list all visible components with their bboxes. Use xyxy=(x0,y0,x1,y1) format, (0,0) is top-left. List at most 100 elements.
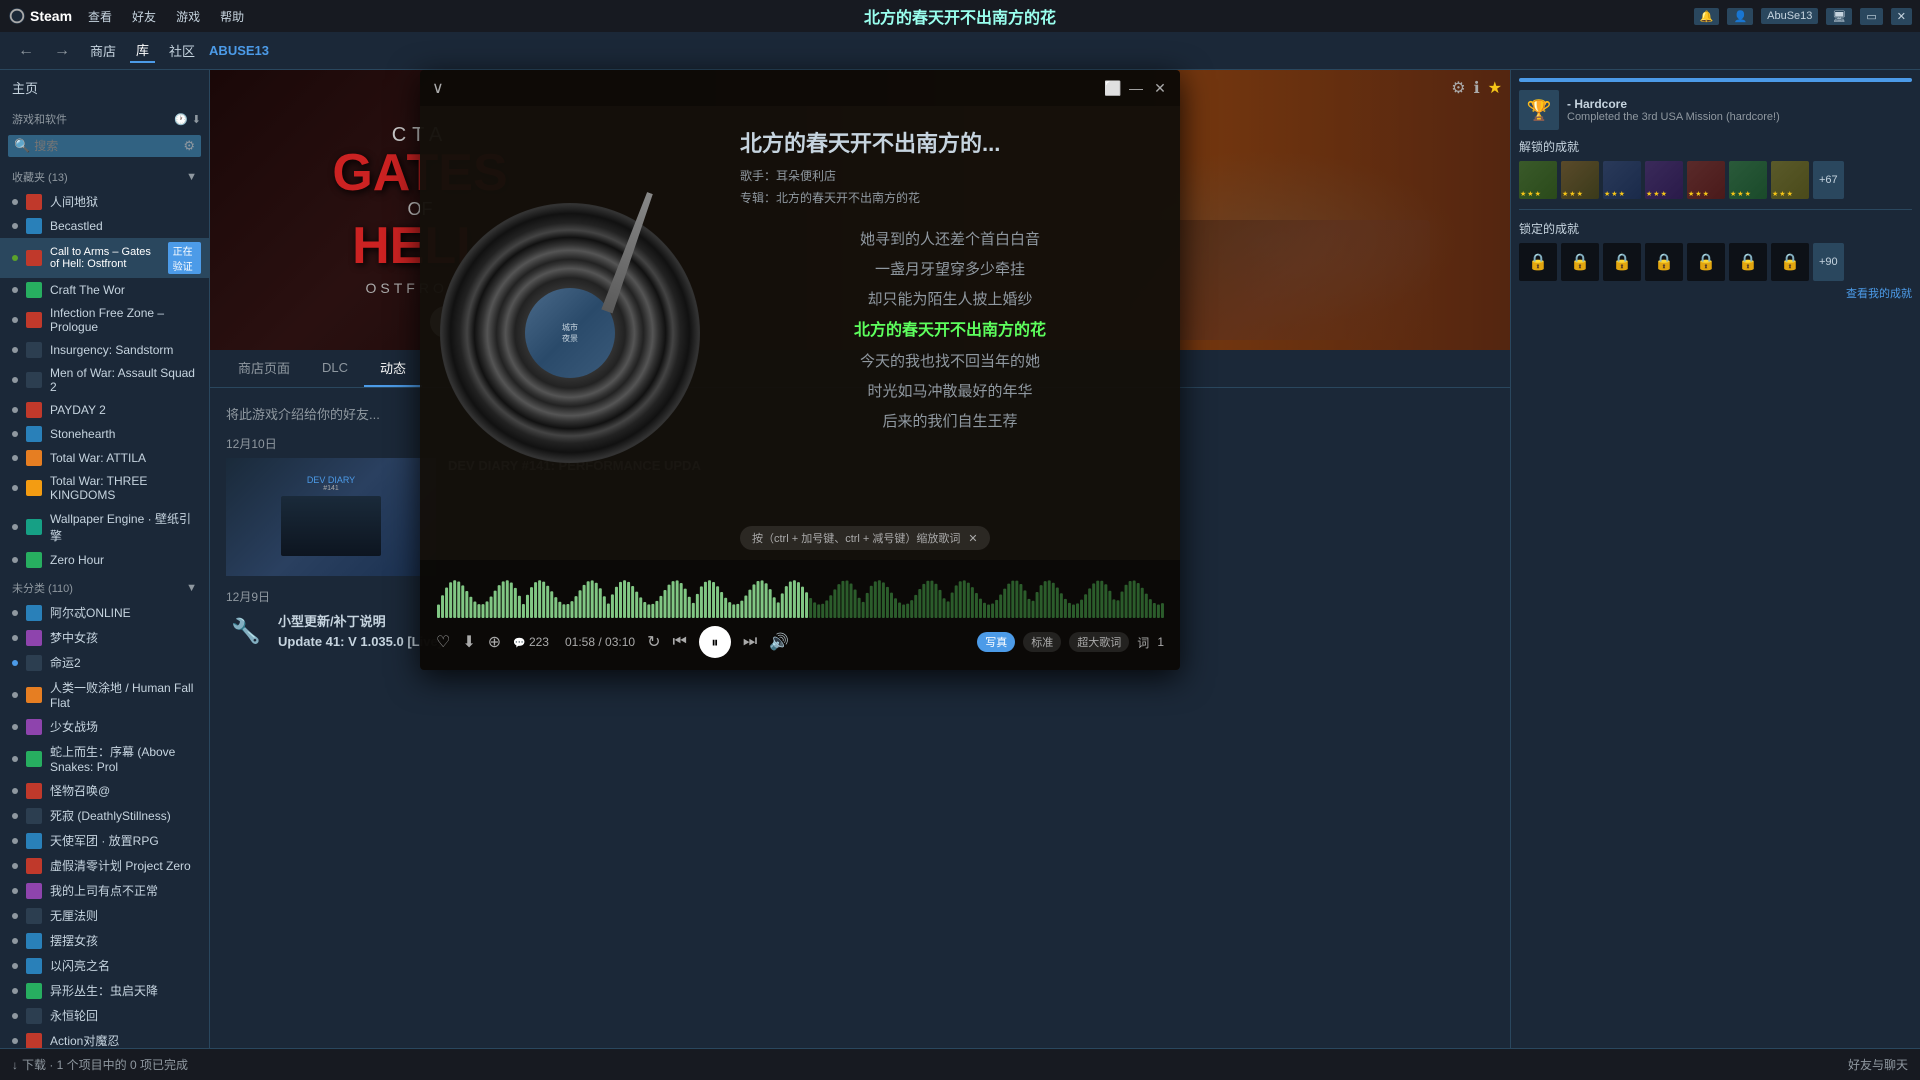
sidebar-item-boss[interactable]: 我的上司有点不正常 xyxy=(0,878,209,903)
collapse-uncategorized-icon[interactable]: ▼ xyxy=(186,582,197,594)
download-icon: ↓ xyxy=(12,1058,18,1072)
status-dot xyxy=(12,635,18,641)
sidebar-item-payday[interactable]: PAYDAY 2 xyxy=(0,398,209,422)
nav-community[interactable]: 社区 xyxy=(163,39,201,62)
achievement-main-icon: 🏆 xyxy=(1519,90,1559,130)
sidebar-item-rjdy[interactable]: 人间地狱 xyxy=(0,189,209,214)
status-dot xyxy=(12,223,18,229)
sidebar-item-wallpaper[interactable]: Wallpaper Engine · 壁纸引擎 xyxy=(0,506,209,548)
status-dot xyxy=(12,431,18,437)
sidebar-item-eternal[interactable]: 永恒轮回 xyxy=(0,1003,209,1028)
game-icon xyxy=(26,933,42,949)
achievement-main-info: - Hardcore Completed the 3rd USA Mission… xyxy=(1567,97,1780,123)
menu-view[interactable]: 查看 xyxy=(84,6,116,27)
collapse-icon[interactable]: ▼ xyxy=(186,171,197,183)
sidebar-item-stonehearth[interactable]: Stonehearth xyxy=(0,422,209,446)
username-display: AbuSe13 xyxy=(1767,10,1812,22)
friends-chat-btn[interactable]: 好友与聊天 xyxy=(1848,1056,1908,1073)
menu-friends[interactable]: 好友 xyxy=(128,6,160,27)
game-name: 我的上司有点不正常 xyxy=(50,882,158,899)
sidebar-item-mow[interactable]: Men of War: Assault Squad 2 xyxy=(0,362,209,398)
shortcut-close-btn[interactable]: ✕ xyxy=(968,532,977,545)
ach-icon-3: ★★★ xyxy=(1603,161,1641,199)
lyric-sync-toggle[interactable]: 写真 xyxy=(977,632,1015,652)
info-icon[interactable]: ℹ xyxy=(1474,78,1480,98)
sidebar-item-nzz[interactable]: 少女战场 xyxy=(0,714,209,739)
next-btn[interactable]: ⏭ xyxy=(743,633,757,651)
sidebar-item-mznz[interactable]: 梦中女孩 xyxy=(0,625,209,650)
album-label: 专辑： xyxy=(740,191,776,205)
notifications-btn[interactable]: 🔔 xyxy=(1694,8,1720,25)
sidebar-item-death[interactable]: 死寂 (DeathlyStillness) xyxy=(0,803,209,828)
game-name: 以闪亮之名 xyxy=(50,957,110,974)
sidebar-item-wlbz[interactable]: 无厘法则 xyxy=(0,903,209,928)
game-icon xyxy=(26,402,42,418)
sidebar-home[interactable]: 主页 xyxy=(0,70,209,105)
back-btn[interactable]: ← xyxy=(12,40,40,62)
menu-games[interactable]: 游戏 xyxy=(172,6,204,27)
sidebar-item-becastled[interactable]: Becastled xyxy=(0,214,209,238)
download-queue-icon[interactable]: ⬇ xyxy=(192,113,201,126)
steam-label: Steam xyxy=(30,8,72,24)
friends-btn[interactable]: 👤 xyxy=(1727,8,1753,25)
sidebar-item-snake[interactable]: 蛇上而生：序幕 (Above Snakes: Prol xyxy=(0,739,209,778)
pause-icon: ⏸ xyxy=(711,634,718,651)
maximize-btn[interactable]: ⬜ xyxy=(1104,80,1120,96)
sidebar-item-zerohour[interactable]: Zero Hour xyxy=(0,548,209,572)
forward-btn[interactable]: → xyxy=(48,40,76,62)
prev-btn[interactable]: ⏮ xyxy=(672,633,686,651)
sidebar-item-bbnz[interactable]: 摆摆女孩 xyxy=(0,928,209,953)
restore-btn[interactable]: ▭ xyxy=(1860,8,1882,25)
news-thumbnail-1[interactable]: DEV DIARY #141 xyxy=(226,458,436,576)
close-lyric-toggle[interactable]: 超大歌词 xyxy=(1069,632,1129,652)
star-icon[interactable]: ★ xyxy=(1488,78,1502,98)
play-pause-btn[interactable]: ⏸ xyxy=(699,626,731,658)
close-player-btn[interactable]: ✕ xyxy=(1152,80,1168,96)
sidebar-item-craft[interactable]: Craft The Wor xyxy=(0,278,209,302)
sidebar-item-project-zero[interactable]: 虚假清零计划 Project Zero xyxy=(0,853,209,878)
sidebar-item-arzte[interactable]: 阿尔忒ONLINE xyxy=(0,600,209,625)
settings-icon[interactable]: ⚙ xyxy=(1451,78,1465,98)
tab-store[interactable]: 商店页面 xyxy=(222,350,306,387)
repeat-btn[interactable]: ↻ xyxy=(647,632,660,652)
close-btn[interactable]: ✕ xyxy=(1891,8,1912,25)
game-name: 摆摆女孩 xyxy=(50,932,98,949)
minimize-player-btn[interactable]: — xyxy=(1128,80,1144,96)
standard-toggle[interactable]: 标准 xyxy=(1023,632,1061,652)
tab-news[interactable]: 动态 xyxy=(364,350,422,387)
view-achievements-link[interactable]: 查看我的成就 xyxy=(1519,285,1912,301)
heart-btn[interactable]: ♡ xyxy=(436,632,450,652)
sidebar-item-insurgency[interactable]: Insurgency: Sandstorm xyxy=(0,338,209,362)
sidebar-item-yxcz[interactable]: 异形丛生：虫启天降 xyxy=(0,978,209,1003)
game-icon xyxy=(26,808,42,824)
sidebar-item-ifz[interactable]: Infection Free Zone – Prologue xyxy=(0,302,209,338)
more-btn[interactable]: ⊕ xyxy=(488,632,501,652)
sidebar-item-monster[interactable]: 怪物召唤@ xyxy=(0,778,209,803)
waveform-container[interactable] xyxy=(436,568,1164,618)
game-icon xyxy=(26,983,42,999)
nav-library[interactable]: 库 xyxy=(130,38,155,63)
sidebar-item-cta[interactable]: Call to Arms – Gates of Hell: Ostfront 正… xyxy=(0,238,209,278)
sidebar-item-hff[interactable]: 人类一败涂地 / Human Fall Flat xyxy=(0,675,209,714)
nav-username[interactable]: ABUSE13 xyxy=(209,43,269,58)
sidebar-item-flash[interactable]: 以闪亮之名 xyxy=(0,953,209,978)
game-icon xyxy=(26,630,42,646)
collapse-chevron[interactable]: ∨ xyxy=(432,78,444,98)
tab-dlc[interactable]: DLC xyxy=(306,352,364,385)
download-btn[interactable]: ⬇ xyxy=(462,632,475,652)
game-name: Total War: ATTILA xyxy=(50,451,146,465)
search-input[interactable] xyxy=(34,139,183,153)
sidebar-item-angel[interactable]: 天使军团 · 放置RPG xyxy=(0,828,209,853)
menu-help[interactable]: 帮助 xyxy=(216,6,248,27)
filter-icon[interactable]: ⚙ xyxy=(183,138,195,154)
minimize-btn[interactable]: 🖥 xyxy=(1826,8,1852,25)
history-icon[interactable]: 🕐 xyxy=(174,113,188,126)
nav-store[interactable]: 商店 xyxy=(84,39,122,62)
status-dot xyxy=(12,199,18,205)
sidebar-item-action[interactable]: Action对魔忍 xyxy=(0,1028,209,1048)
sidebar-item-tw-attila[interactable]: Total War: ATTILA xyxy=(0,446,209,470)
sidebar-item-destiny[interactable]: 命运2 xyxy=(0,650,209,675)
sidebar-item-tw-3k[interactable]: Total War: THREE KINGDOMS xyxy=(0,470,209,506)
volume-btn[interactable]: 🔊 xyxy=(769,632,789,652)
user-avatar-btn[interactable]: AbuSe13 xyxy=(1761,8,1818,24)
